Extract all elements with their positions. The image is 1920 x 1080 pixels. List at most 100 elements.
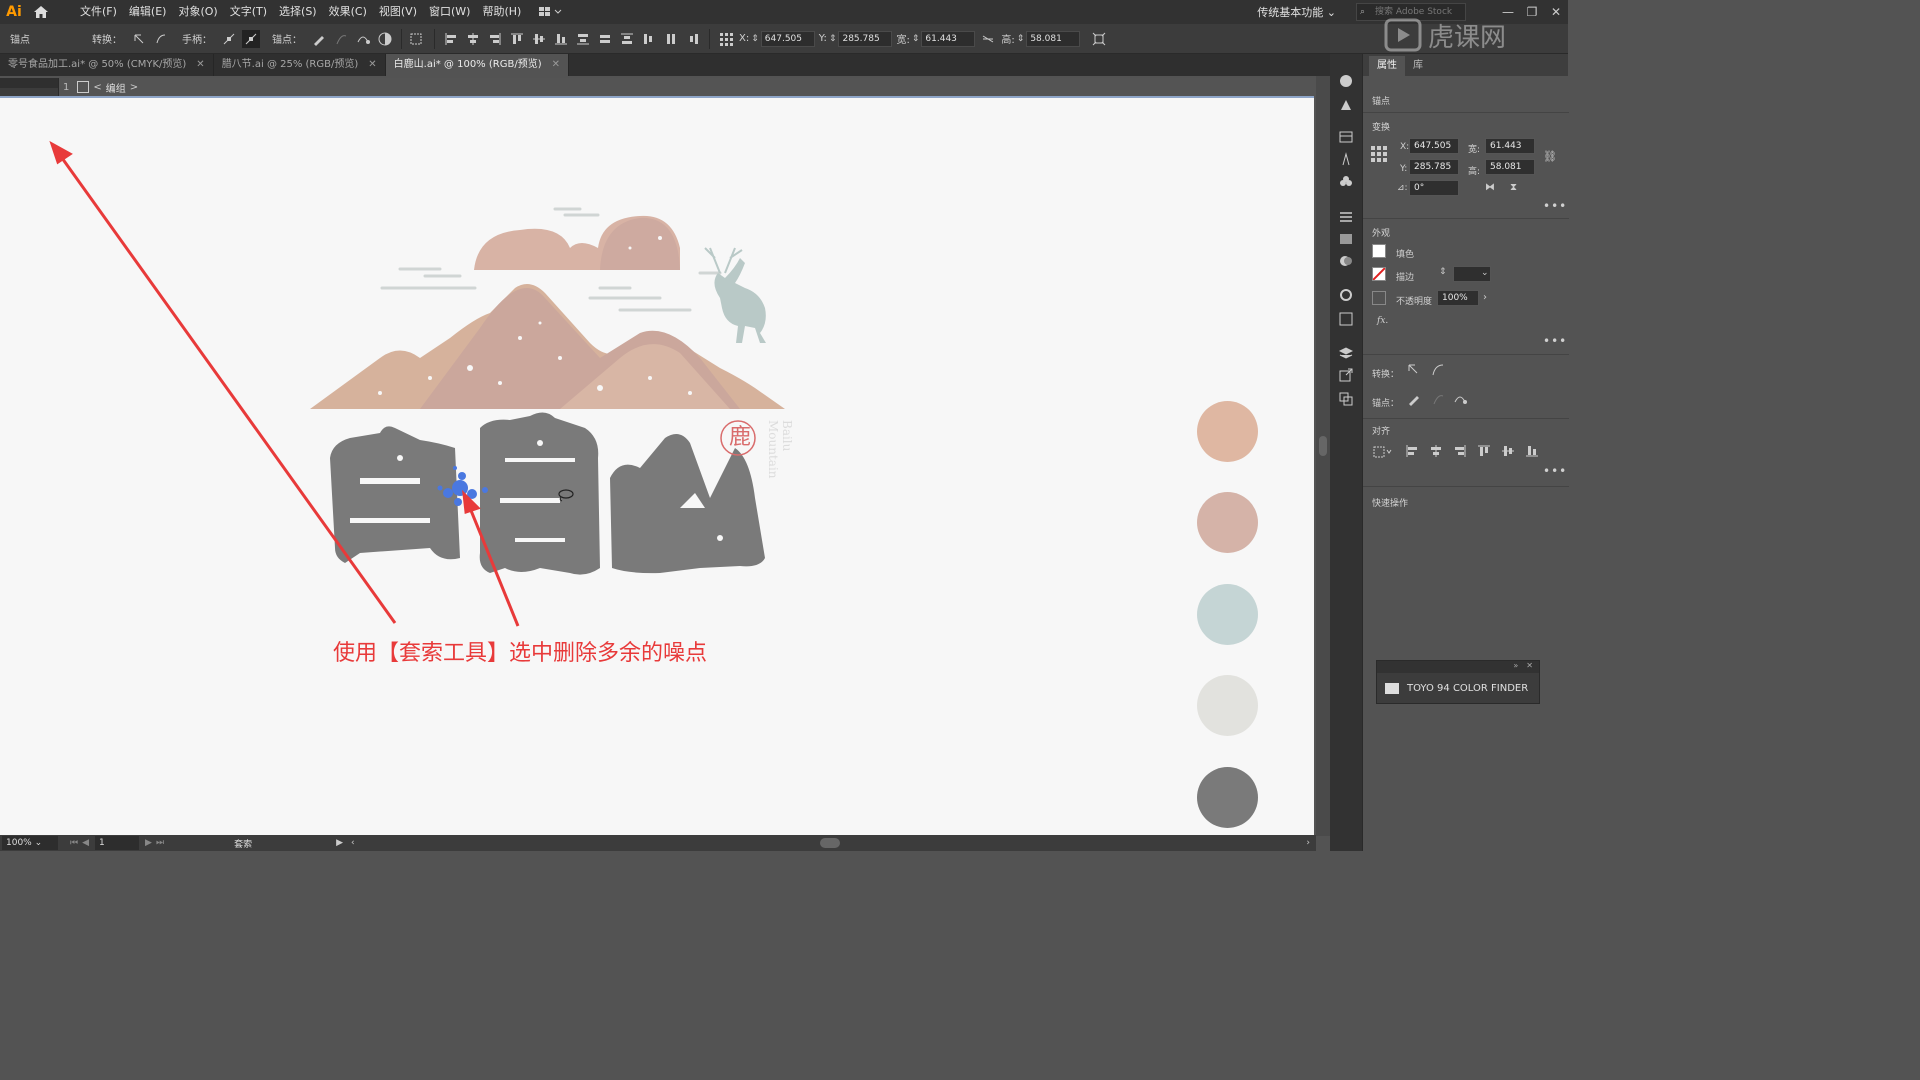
distribute-top-icon[interactable] xyxy=(574,30,592,48)
close-icon[interactable]: ✕ xyxy=(368,54,376,76)
h-input[interactable]: 58.081 xyxy=(1485,159,1535,175)
tools-panel-header[interactable] xyxy=(0,78,58,88)
align-hcenter-icon[interactable] xyxy=(1429,444,1443,461)
tab-document-1[interactable]: 零号食品加工.ai* @ 50% (CMYK/预览) ✕ xyxy=(0,54,214,76)
constrain-proportions-icon[interactable]: ⛓ xyxy=(1543,150,1557,163)
symbols-icon[interactable] xyxy=(1336,172,1356,190)
menu-edit[interactable]: 编辑(E) xyxy=(123,0,173,24)
y-input[interactable]: 285.785 xyxy=(1409,159,1459,175)
status-menu-icon[interactable]: ▶ xyxy=(336,838,343,848)
stroke-panel-icon[interactable] xyxy=(1336,208,1356,226)
x-input[interactable]: 647.505 xyxy=(1409,138,1459,154)
next-artboard-icon[interactable]: ▶ xyxy=(145,838,152,848)
flip-vertical-icon[interactable]: ⧗ xyxy=(1510,182,1517,193)
x-stepper-icon[interactable]: ⇕ xyxy=(751,34,759,44)
menu-window[interactable]: 窗口(W) xyxy=(423,0,476,24)
opacity-input[interactable]: 100% xyxy=(1437,290,1479,306)
close-icon[interactable]: ✕ xyxy=(552,54,560,76)
delete-anchor-icon[interactable] xyxy=(310,30,328,48)
align-bottom-icon[interactable] xyxy=(552,30,570,48)
align-vcenter-icon[interactable] xyxy=(1501,444,1515,461)
align-more-icon[interactable]: ••• xyxy=(1543,464,1567,478)
transform-panel-icon[interactable] xyxy=(1090,30,1108,48)
breadcrumb-group[interactable]: 编组 xyxy=(106,80,126,95)
breadcrumb-back-icon[interactable]: < xyxy=(93,82,101,93)
align-hcenter-icon[interactable] xyxy=(464,30,482,48)
align-vcenter-icon[interactable] xyxy=(530,30,548,48)
menu-type[interactable]: 文字(T) xyxy=(224,0,273,24)
align-right-icon[interactable] xyxy=(1453,444,1467,461)
zoom-select[interactable]: 100% ⌄ xyxy=(2,836,58,850)
anchor-isolate-icon[interactable] xyxy=(1453,392,1467,409)
link-proportions-icon[interactable] xyxy=(979,30,997,48)
chevron-right-icon[interactable]: › xyxy=(1483,292,1487,303)
fill-swatch[interactable] xyxy=(1372,244,1386,258)
menu-view[interactable]: 视图(V) xyxy=(373,0,423,24)
tab-properties[interactable]: 属性 xyxy=(1369,56,1405,76)
align-left-icon[interactable] xyxy=(442,30,460,48)
collapse-icon[interactable]: » xyxy=(1513,661,1518,670)
tab-document-3[interactable]: 白鹿山.ai* @ 100% (RGB/预览) ✕ xyxy=(385,54,569,76)
h-stepper-icon[interactable]: ⇕ xyxy=(1017,34,1025,44)
align-bottom-icon[interactable] xyxy=(1525,444,1539,461)
menu-help[interactable]: 帮助(H) xyxy=(476,0,527,24)
tab-document-2[interactable]: 腊八节.ai @ 25% (RGB/预览) ✕ xyxy=(214,54,386,76)
reference-point-icon[interactable] xyxy=(1371,146,1387,165)
handle-hide-icon[interactable] xyxy=(242,29,260,48)
distribute-left-icon[interactable] xyxy=(640,30,658,48)
artboards-icon[interactable] xyxy=(1336,390,1356,408)
appearance-icon[interactable] xyxy=(1336,286,1356,304)
align-left-icon[interactable] xyxy=(1405,444,1419,461)
reference-point-icon[interactable] xyxy=(717,30,735,48)
remove-anchor-icon[interactable] xyxy=(1407,392,1421,409)
flip-horizontal-icon[interactable]: ⧓ xyxy=(1485,182,1495,193)
chevron-down-icon[interactable]: ⌄ xyxy=(1481,268,1489,278)
transform-more-icon[interactable]: ••• xyxy=(1543,199,1567,213)
distribute-hcenter-icon[interactable] xyxy=(662,30,680,48)
color-guide-icon[interactable] xyxy=(1336,72,1356,90)
w-stepper-icon[interactable]: ⇕ xyxy=(912,34,920,44)
color-panel-icon[interactable] xyxy=(1336,96,1356,114)
align-top-icon[interactable] xyxy=(1477,444,1491,461)
vertical-scrollbar[interactable] xyxy=(1316,76,1330,836)
first-artboard-icon[interactable]: ⏮ xyxy=(70,838,78,848)
transparency-icon[interactable] xyxy=(1336,252,1356,270)
align-to-icon[interactable] xyxy=(1373,446,1393,461)
layers-icon[interactable] xyxy=(1336,344,1356,362)
x-field[interactable]: 647.505 xyxy=(760,30,815,47)
menu-file[interactable]: 文件(F) xyxy=(74,0,123,24)
swatches-icon[interactable] xyxy=(1336,128,1356,146)
isolate-icon[interactable] xyxy=(354,30,372,48)
stroke-swatch[interactable] xyxy=(1372,267,1386,281)
gradient-panel-icon[interactable] xyxy=(1336,230,1356,248)
recolor-icon[interactable] xyxy=(376,30,394,48)
appearance-more-icon[interactable]: ••• xyxy=(1543,334,1567,348)
color-finder-item[interactable]: TOYO 94 COLOR FINDER xyxy=(1377,673,1539,703)
w-field[interactable]: 61.443 xyxy=(921,30,976,47)
convert-smooth-icon[interactable] xyxy=(152,30,170,48)
workspace-switcher[interactable]: 传统基本功能 ⌄ xyxy=(1257,4,1336,20)
scroll-thumb[interactable] xyxy=(1319,436,1327,456)
align-right-icon[interactable] xyxy=(486,30,504,48)
convert-smooth-icon[interactable] xyxy=(1431,363,1445,380)
menu-select[interactable]: 选择(S) xyxy=(273,0,323,24)
distribute-bottom-icon[interactable] xyxy=(618,30,636,48)
handle-show-icon[interactable] xyxy=(220,30,238,48)
w-input[interactable]: 61.443 xyxy=(1485,138,1535,154)
cut-path-icon[interactable] xyxy=(332,30,350,48)
home-icon[interactable] xyxy=(28,0,54,24)
brushes-icon[interactable] xyxy=(1336,150,1356,168)
artboard-number-select[interactable]: 1 xyxy=(95,836,140,850)
tab-libraries[interactable]: 库 xyxy=(1405,56,1431,76)
fx-button[interactable]: fx. xyxy=(1377,316,1388,326)
menu-effect[interactable]: 效果(C) xyxy=(323,0,373,24)
y-field[interactable]: 285.785 xyxy=(838,30,893,47)
scroll-right-icon[interactable]: › xyxy=(1306,838,1310,848)
convert-corner-icon[interactable] xyxy=(130,30,148,48)
graphic-styles-icon[interactable] xyxy=(1336,310,1356,328)
horizontal-scroll-thumb[interactable] xyxy=(820,838,840,848)
y-stepper-icon[interactable]: ⇕ xyxy=(829,34,837,44)
align-to-selection-icon[interactable] xyxy=(409,30,427,48)
prev-artboard-icon[interactable]: ◀ xyxy=(82,838,89,848)
align-top-icon[interactable] xyxy=(508,30,526,48)
